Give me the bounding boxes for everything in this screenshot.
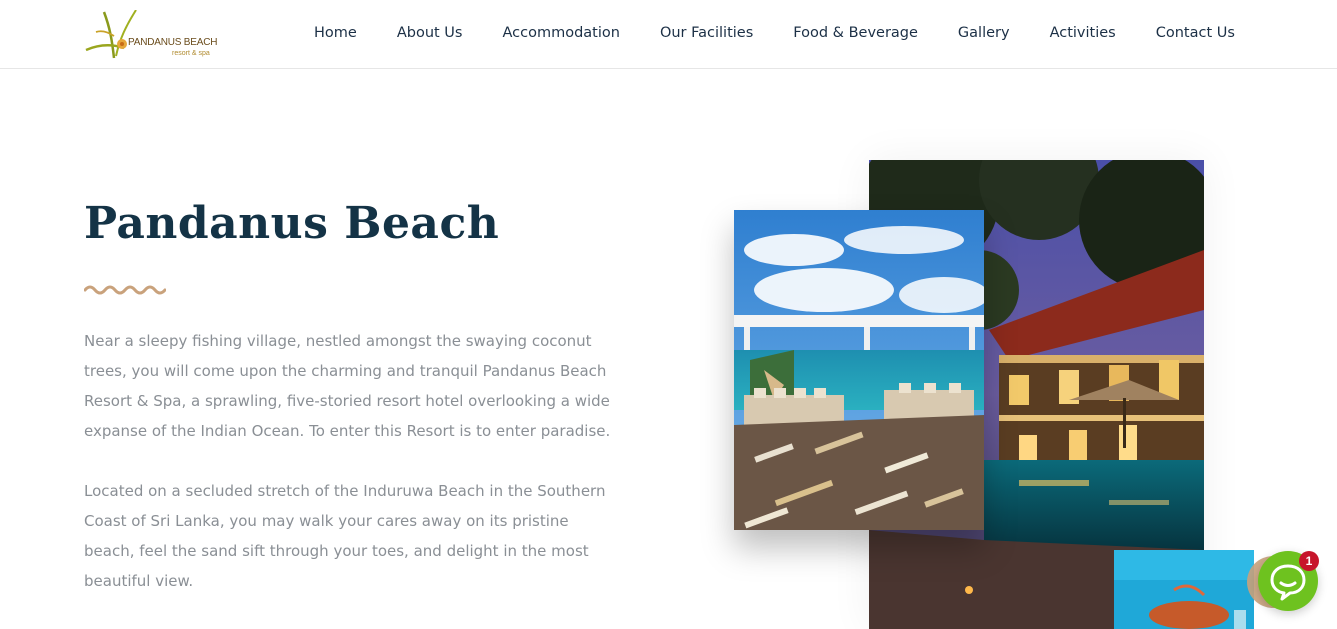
main-nav: Home About Us Accommodation Our Faciliti…	[294, 22, 1255, 44]
site-logo[interactable]: PANDANUS BEACH resort & spa	[84, 10, 224, 60]
location-paragraph: Located on a secluded stretch of the Ind…	[84, 482, 606, 590]
site-header: PANDANUS BEACH resort & spa Home About U…	[0, 0, 1337, 69]
seafood-beach-image	[1114, 550, 1254, 629]
intro-paragraph: Near a sleepy fishing village, nestled a…	[84, 332, 611, 440]
logo-palm-icon	[85, 10, 137, 59]
nav-activities[interactable]: Activities	[1030, 22, 1136, 44]
nav-food-beverage[interactable]: Food & Beverage	[773, 22, 938, 44]
logo-tagline: resort & spa	[172, 50, 210, 57]
page-title: Pandanus Beach	[84, 198, 500, 249]
logo-name: PANDANUS BEACH	[128, 37, 218, 48]
nav-accommodation[interactable]: Accommodation	[482, 22, 639, 44]
nav-our-facilities[interactable]: Our Facilities	[640, 22, 773, 44]
nav-gallery[interactable]: Gallery	[938, 22, 1030, 44]
nav-contact-us[interactable]: Contact Us	[1136, 22, 1255, 44]
nav-about-us[interactable]: About Us	[377, 22, 483, 44]
decorative-wave-divider	[84, 285, 166, 295]
rooftop-ocean-view-image	[734, 210, 984, 530]
nav-home[interactable]: Home	[294, 22, 377, 44]
chat-notification-badge: 1	[1299, 551, 1319, 571]
